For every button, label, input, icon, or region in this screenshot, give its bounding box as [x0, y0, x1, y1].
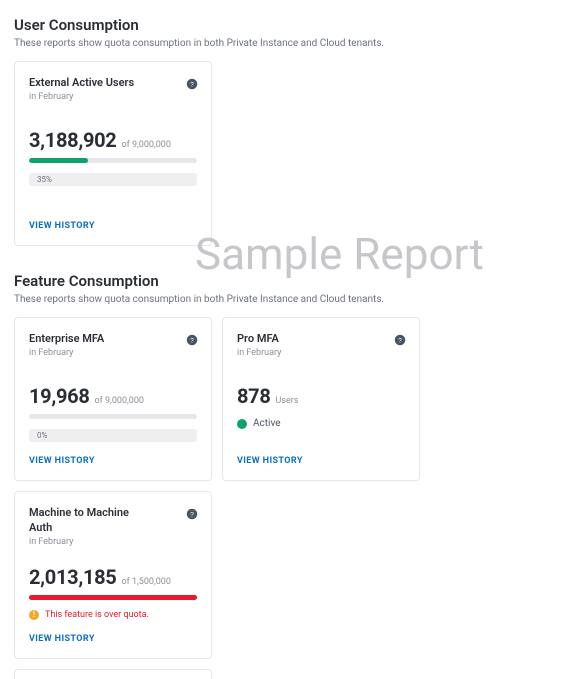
view-history-link[interactable]: VIEW HISTORY	[29, 221, 197, 231]
percent-badge: 35%	[29, 173, 197, 186]
status-row: Active	[237, 418, 405, 429]
help-icon[interactable]: ?	[186, 331, 198, 343]
percent-badge: 0%	[29, 429, 197, 442]
card-external-active-users: ? External Active Users in February 3,18…	[14, 61, 212, 246]
card-m2m-auth: ? Machine to Machine Auth in February 2,…	[14, 491, 212, 659]
metric-value: 19,968	[29, 384, 90, 408]
section-user-consumption-title: User Consumption	[14, 16, 548, 34]
svg-text:?: ?	[190, 337, 194, 344]
over-quota-text: This feature is over quota.	[45, 610, 149, 620]
card-enterprise-mfa: ? Enterprise MFA in February 19,968 of 9…	[14, 317, 212, 481]
svg-text:?: ?	[398, 337, 402, 344]
card-period: in February	[29, 92, 197, 102]
card-period: in February	[237, 348, 405, 358]
card-period: in February	[29, 348, 197, 358]
feature-consumption-cards-row2: ? Enterprise Connections in February 1,0…	[14, 669, 548, 679]
status-dot-icon	[237, 419, 247, 429]
metric-value: 2,013,185	[29, 565, 116, 589]
progress-bar	[29, 158, 197, 163]
view-history-link[interactable]: VIEW HISTORY	[237, 456, 405, 466]
over-quota-row: ! This feature is over quota.	[29, 610, 197, 620]
card-title: External Active Users	[29, 76, 197, 90]
section-user-consumption-subtitle: These reports show quota consumption in …	[14, 38, 548, 49]
metric-limit: of 9,000,000	[95, 396, 144, 406]
view-history-link[interactable]: VIEW HISTORY	[29, 456, 197, 466]
metric-unit: Users	[276, 396, 299, 406]
card-title: Enterprise MFA	[29, 332, 197, 346]
card-title: Pro MFA	[237, 332, 405, 346]
metric-value: 878	[237, 384, 271, 408]
view-history-link[interactable]: VIEW HISTORY	[29, 634, 197, 644]
user-consumption-cards: ? External Active Users in February 3,18…	[14, 61, 548, 246]
svg-text:?: ?	[190, 81, 194, 88]
status-text: Active	[253, 418, 281, 429]
help-icon[interactable]: ?	[394, 331, 406, 343]
progress-bar	[29, 595, 197, 600]
metric-limit: of 9,000,000	[121, 140, 170, 150]
section-feature-consumption-subtitle: These reports show quota consumption in …	[14, 294, 548, 305]
metric-value: 3,188,902	[29, 128, 116, 152]
card-pro-mfa: ? Pro MFA in February 878 Users Active V…	[222, 317, 420, 481]
warning-icon: !	[29, 610, 39, 620]
page-content: User Consumption These reports show quot…	[0, 0, 562, 679]
progress-fill	[29, 595, 197, 600]
card-enterprise-connections: ? Enterprise Connections in February 1,0…	[14, 669, 212, 679]
svg-text:?: ?	[190, 512, 194, 519]
card-title: Machine to Machine Auth	[29, 506, 139, 535]
progress-bar	[29, 414, 197, 419]
section-feature-consumption-title: Feature Consumption	[14, 272, 548, 290]
help-icon[interactable]: ?	[186, 505, 198, 517]
metric-limit: of 1,500,000	[121, 577, 170, 587]
help-icon[interactable]: ?	[186, 75, 198, 87]
progress-fill	[29, 158, 88, 163]
card-period: in February	[29, 537, 197, 547]
feature-consumption-cards-row1: ? Enterprise MFA in February 19,968 of 9…	[14, 317, 548, 659]
